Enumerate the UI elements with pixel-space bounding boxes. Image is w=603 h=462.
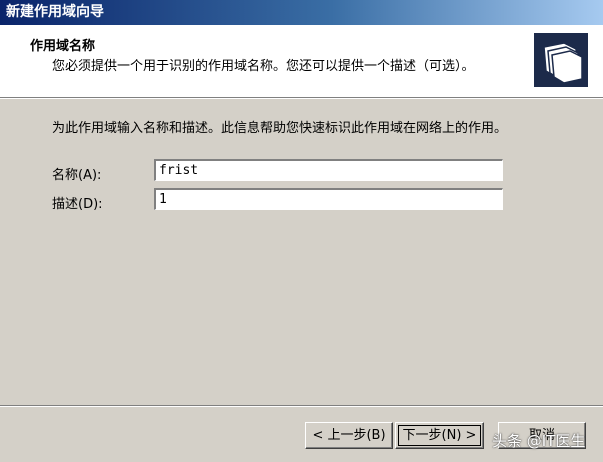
footer-divider	[0, 405, 603, 407]
back-button[interactable]: < 上一步(B)	[305, 422, 393, 449]
description-input[interactable]	[154, 188, 503, 210]
folders-icon	[534, 33, 588, 87]
title-bar[interactable]: 新建作用域向导	[0, 0, 603, 25]
page-title: 作用域名称	[30, 39, 96, 54]
header-divider	[0, 97, 603, 99]
wizard-window: 新建作用域向导 作用域名称 您必须提供一个用于识别的作用域名称。您还可以提供一个…	[0, 0, 603, 462]
description-label: 描述(D):	[52, 197, 103, 212]
name-label: 名称(A):	[52, 168, 102, 183]
watermark: 头条 @IT医生	[492, 432, 586, 450]
window-title: 新建作用域向导	[6, 4, 104, 20]
name-input[interactable]	[154, 159, 503, 181]
page-subtitle: 您必须提供一个用于识别的作用域名称。您还可以提供一个描述（可选）。	[52, 59, 475, 74]
next-button[interactable]: 下一步(N) >	[395, 422, 484, 449]
instruction-text: 为此作用域输入名称和描述。此信息帮助您快速标识此作用域在网络上的作用。	[52, 121, 508, 136]
wizard-header: 作用域名称 您必须提供一个用于识别的作用域名称。您还可以提供一个描述（可选）。	[0, 25, 603, 97]
